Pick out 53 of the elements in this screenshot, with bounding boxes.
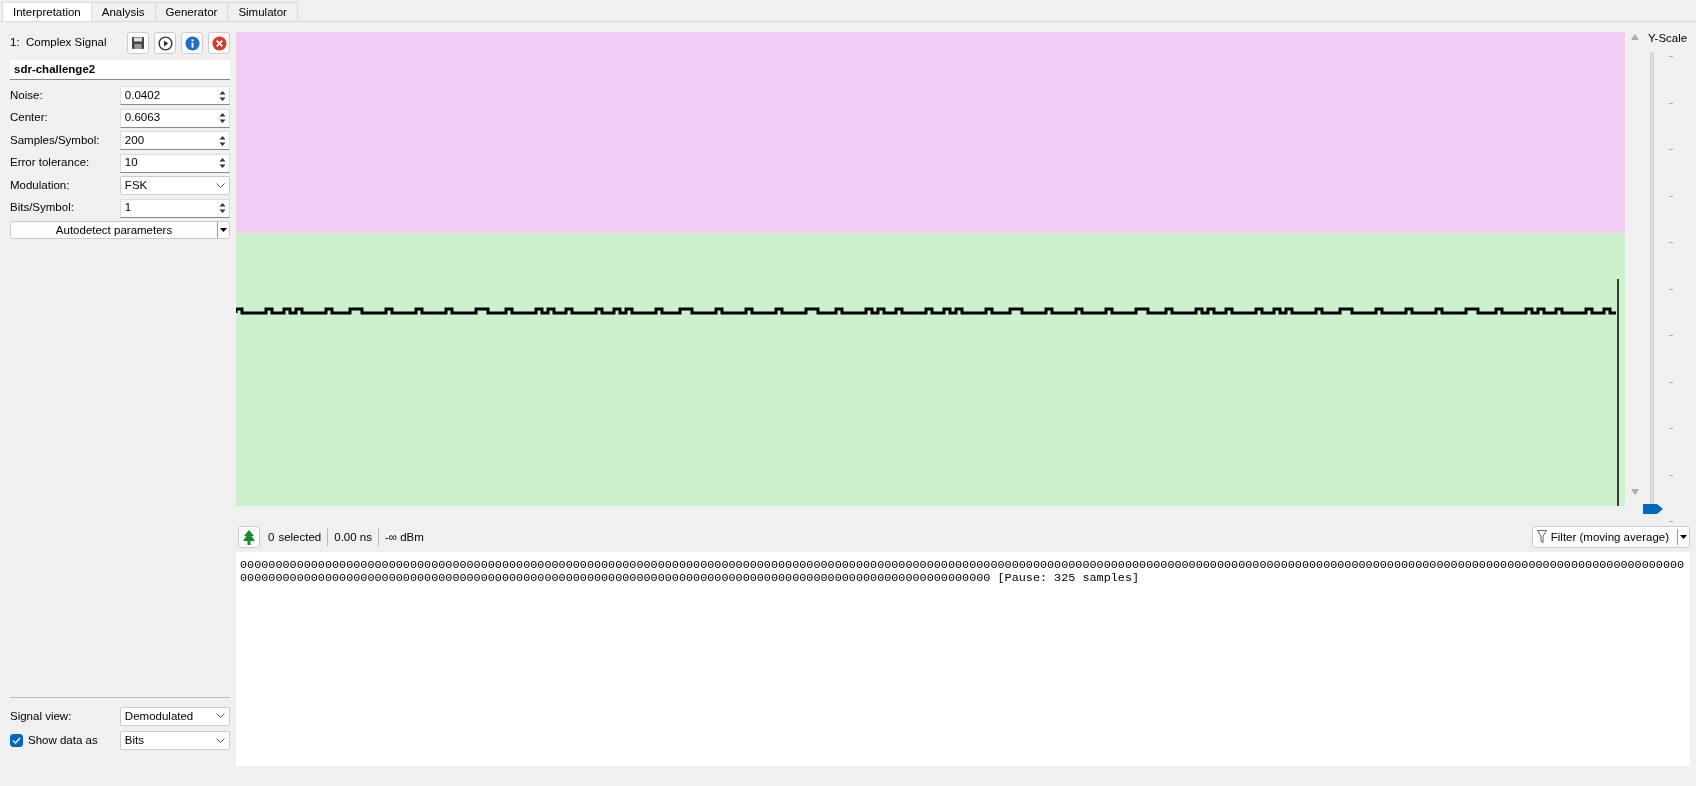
play-icon (157, 35, 173, 51)
spin-arrows-icon[interactable] (217, 89, 227, 102)
caret-icon[interactable] (1677, 529, 1689, 546)
chevron-icon (216, 737, 225, 744)
field-label: Bits/Symbol: (10, 200, 75, 216)
tree-icon[interactable] (238, 526, 260, 549)
duration-text: 0.00 ns (334, 529, 372, 545)
field-label: Signal view: (10, 708, 73, 724)
tab[interactable]: Simulator (227, 2, 298, 21)
spin-arrows-icon[interactable] (217, 134, 227, 147)
field-label: Center: (10, 110, 49, 126)
checkmark-icon (12, 737, 21, 745)
dropdown[interactable]: FSK (119, 176, 230, 195)
vertical-slider[interactable] (1643, 52, 1663, 514)
dropdown[interactable]: Bits (119, 731, 230, 751)
autodetect-button[interactable]: Autodetect parameters (10, 221, 230, 240)
checkbox-label[interactable]: Show data as (28, 732, 98, 750)
power-text: -∞ dBm (385, 529, 424, 545)
close-button[interactable] (208, 32, 230, 54)
field-label: Noise: (10, 87, 44, 103)
data-text-area[interactable]: 000000000000000000000000000000000000000000000000000000000000000000000000000000000000000000000000000000000000000000000000000000000000000000000000000000000000000000000000000000000000000000000000000000000000 0000000000000000000000000000000000000000000000000000000000000000000000000000000000000000000000000000000000 [Pause: 325 samples] (236, 552, 1690, 766)
field-label: Samples/Symbol: (10, 132, 101, 148)
tab[interactable]: Interpretation (2, 2, 92, 21)
signal-title: 1: Complex Signal (10, 35, 107, 51)
spin-box[interactable]: 10 (119, 153, 230, 173)
save-icon (131, 36, 145, 50)
field-label: Error tolerance: (10, 155, 91, 171)
filter-button[interactable]: Filter (moving average) (1531, 526, 1690, 549)
dropdown[interactable]: Demodulated (119, 706, 230, 726)
tab[interactable]: Analysis (90, 2, 156, 21)
spin-box[interactable]: 200 (119, 131, 230, 150)
spin-box[interactable]: 0.6063 (119, 108, 230, 128)
selected-count: 0 (268, 529, 275, 545)
play-button[interactable] (154, 32, 176, 54)
spin-box[interactable]: 1 (119, 198, 230, 218)
info-icon (184, 35, 200, 51)
y-scale-label: Y-Scale (1648, 31, 1688, 46)
info-button[interactable] (181, 32, 203, 54)
selected-label: selected (278, 529, 322, 545)
slider-handle[interactable] (1643, 504, 1663, 514)
spin-arrows-icon[interactable] (217, 202, 227, 214)
save-button[interactable] (127, 32, 149, 54)
spin-arrows-icon[interactable] (217, 112, 227, 124)
spin-box[interactable]: 0.0402 (119, 86, 230, 105)
chevron-icon (216, 182, 225, 189)
field-label: Modulation: (10, 177, 71, 193)
spin-arrows-icon[interactable] (217, 157, 227, 169)
signal-name-field[interactable]: sdr-challenge2 (10, 60, 230, 81)
checkbox[interactable] (10, 734, 23, 748)
chevron-icon (216, 713, 225, 720)
close-icon (211, 35, 227, 51)
funnel-icon (1536, 530, 1547, 545)
caret-icon[interactable] (217, 222, 229, 239)
